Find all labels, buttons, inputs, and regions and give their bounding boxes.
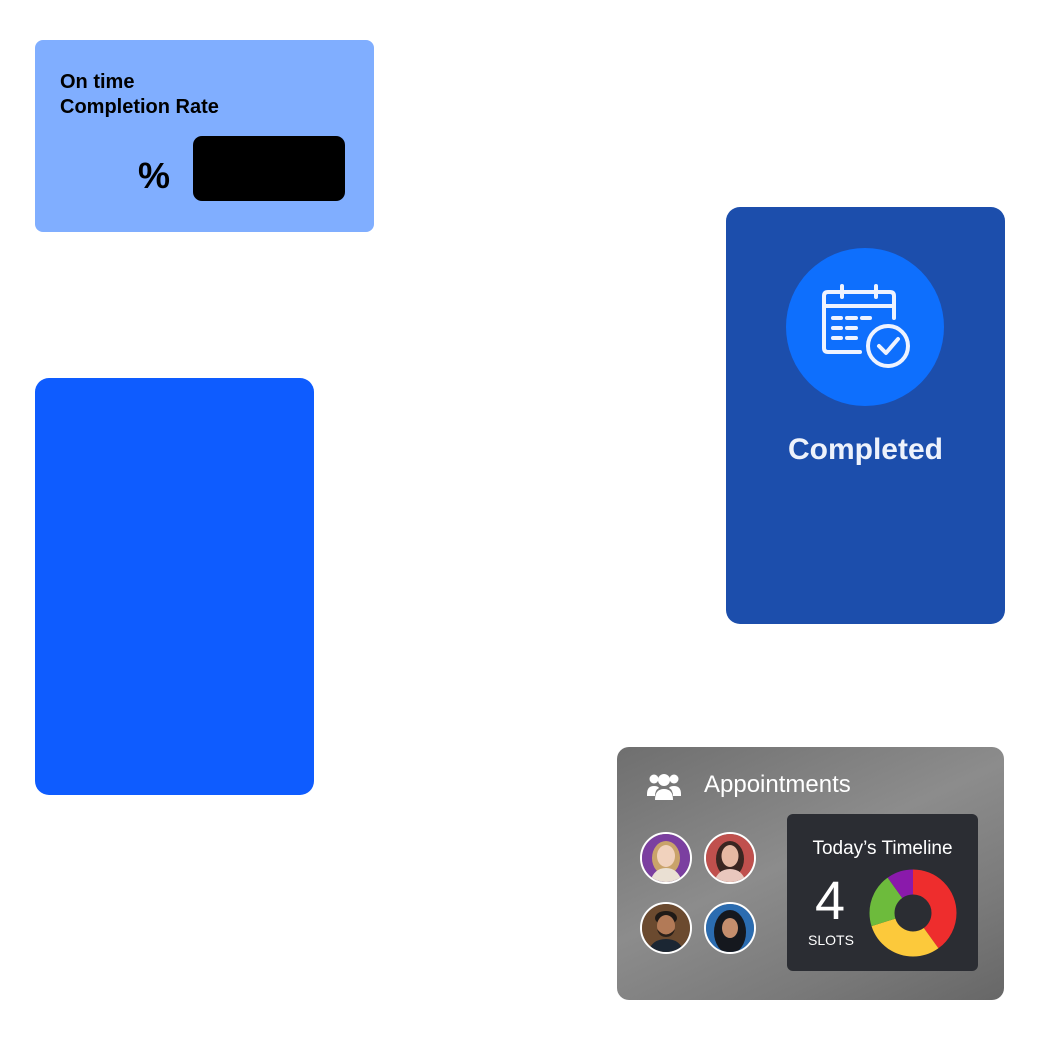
avatar-woman-blonde-icon (642, 834, 690, 882)
appointments-card[interactable]: Appointments Today’s Timeline 4 SLOTS (617, 747, 1004, 1000)
completed-icon-circle (786, 248, 944, 406)
timeline-slot-unit: SLOTS (808, 932, 854, 948)
calendar-check-icon (822, 284, 910, 368)
avatar-woman-hijab-icon (706, 904, 754, 952)
blank-blue-card (35, 378, 314, 795)
percent-symbol: % (138, 155, 171, 196)
completion-rate-card: On time Completion Rate % (35, 40, 374, 232)
avatar[interactable] (640, 832, 692, 884)
appointments-title: Appointments (704, 771, 851, 798)
avatar[interactable] (704, 902, 756, 954)
timeline-panel[interactable]: Today’s Timeline 4 SLOTS (787, 814, 978, 971)
timeline-title: Today’s Timeline (812, 838, 953, 859)
completion-rate-title: On time Completion Rate (60, 70, 219, 120)
canvas: On time Completion Rate % Completed Appo… (0, 0, 1041, 1041)
completed-card[interactable]: Completed (726, 207, 1005, 624)
users-icon (647, 774, 681, 800)
completion-rate-value (193, 136, 345, 201)
completed-label: Completed (787, 433, 943, 466)
timeline-slot-count: 4 (815, 871, 846, 931)
avatar-woman-brunette-icon (706, 834, 754, 882)
completion-rate-title-line2: Completion Rate (60, 96, 219, 118)
avatar[interactable] (704, 832, 756, 884)
timeline-donut-icon (869, 869, 957, 957)
avatar[interactable] (640, 902, 692, 954)
completion-rate-title-line1: On time (60, 71, 135, 93)
avatar-man-beard-icon (642, 904, 690, 952)
